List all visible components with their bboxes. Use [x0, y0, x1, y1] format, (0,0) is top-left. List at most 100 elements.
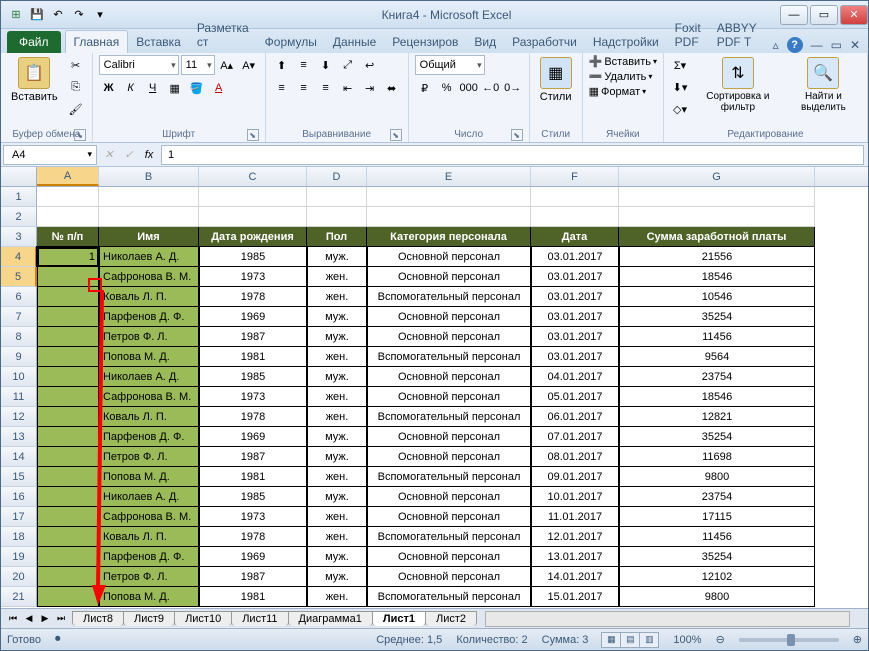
cell-C7[interactable]: 1969 — [199, 307, 307, 327]
cell-E12[interactable]: Вспомогательный персонал — [367, 407, 531, 427]
row-header-11[interactable]: 11 — [1, 387, 37, 407]
sheet-tab-Лист11[interactable]: Лист11 — [231, 611, 288, 626]
cell-E9[interactable]: Вспомогательный персонал — [367, 347, 531, 367]
fill-color-icon[interactable]: 🪣 — [187, 78, 207, 98]
cell-E3[interactable]: Категория персонала — [367, 227, 531, 247]
cell-F16[interactable]: 10.01.2017 — [531, 487, 619, 507]
cell-E21[interactable]: Вспомогательный персонал — [367, 587, 531, 607]
cell-A14[interactable] — [37, 447, 99, 467]
row-header-21[interactable]: 21 — [1, 587, 37, 607]
row-header-14[interactable]: 14 — [1, 447, 37, 467]
cell-G15[interactable]: 9800 — [619, 467, 815, 487]
cell-B15[interactable]: Попова М. Д. — [99, 467, 199, 487]
cell-G19[interactable]: 35254 — [619, 547, 815, 567]
cell-B8[interactable]: Петров Ф. Л. — [99, 327, 199, 347]
align-launcher[interactable]: ⬊ — [390, 129, 402, 141]
cell-G14[interactable]: 11698 — [619, 447, 815, 467]
sort-filter-button[interactable]: ⇅ Сортировка и фильтр — [694, 55, 782, 115]
qat-more-icon[interactable]: ▾ — [91, 6, 109, 24]
cell-E13[interactable]: Основной персонал — [367, 427, 531, 447]
cell-A8[interactable] — [37, 327, 99, 347]
cell-G7[interactable]: 35254 — [619, 307, 815, 327]
cell-A15[interactable] — [37, 467, 99, 487]
row-header-16[interactable]: 16 — [1, 487, 37, 507]
row-header-9[interactable]: 9 — [1, 347, 37, 367]
cell-A6[interactable] — [37, 287, 99, 307]
number-format-combo[interactable]: Общий — [415, 55, 485, 75]
cell-D17[interactable]: жен. — [307, 507, 367, 527]
fill-icon[interactable]: ⬇▾ — [670, 77, 690, 97]
sheet-tab-Лист2[interactable]: Лист2 — [425, 611, 477, 626]
undo-icon[interactable]: ↶ — [49, 6, 67, 24]
align-center-icon[interactable]: ≡ — [294, 78, 314, 98]
row-header-7[interactable]: 7 — [1, 307, 37, 327]
cell-C19[interactable]: 1969 — [199, 547, 307, 567]
sheet-tab-Лист10[interactable]: Лист10 — [174, 611, 232, 626]
help-icon[interactable]: ? — [787, 37, 803, 53]
merge-icon[interactable]: ⬌ — [382, 78, 402, 98]
cell-B6[interactable]: Коваль Л. П. — [99, 287, 199, 307]
row-header-1[interactable]: 1 — [1, 187, 37, 207]
cell-E7[interactable]: Основной персонал — [367, 307, 531, 327]
column-header-A[interactable]: A — [37, 167, 99, 186]
cell-G21[interactable]: 9800 — [619, 587, 815, 607]
cell-F11[interactable]: 05.01.2017 — [531, 387, 619, 407]
cell-E2[interactable] — [367, 207, 531, 227]
row-header-8[interactable]: 8 — [1, 327, 37, 347]
copy-icon[interactable]: ⎘ — [66, 77, 86, 97]
cell-C16[interactable]: 1985 — [199, 487, 307, 507]
zoom-out-icon[interactable]: ⊖ — [716, 633, 725, 646]
cell-A11[interactable] — [37, 387, 99, 407]
cancel-icon[interactable]: ✕ — [99, 145, 119, 165]
page-layout-view-icon[interactable]: ▤ — [620, 632, 640, 648]
format-cells-button[interactable]: ▦Формат▾ — [589, 85, 657, 98]
cell-G12[interactable]: 12821 — [619, 407, 815, 427]
cell-D11[interactable]: жен. — [307, 387, 367, 407]
border-icon[interactable]: ▦ — [165, 78, 185, 98]
cell-F5[interactable]: 03.01.2017 — [531, 267, 619, 287]
cell-F18[interactable]: 12.01.2017 — [531, 527, 619, 547]
cell-F12[interactable]: 06.01.2017 — [531, 407, 619, 427]
cell-C13[interactable]: 1969 — [199, 427, 307, 447]
cell-G18[interactable]: 11456 — [619, 527, 815, 547]
cell-E14[interactable]: Основной персонал — [367, 447, 531, 467]
formula-input[interactable]: 1 — [161, 145, 864, 165]
cell-E15[interactable]: Вспомогательный персонал — [367, 467, 531, 487]
cell-F1[interactable] — [531, 187, 619, 207]
cell-B14[interactable]: Петров Ф. Л. — [99, 447, 199, 467]
row-header-2[interactable]: 2 — [1, 207, 37, 227]
cell-B20[interactable]: Петров Ф. Л. — [99, 567, 199, 587]
cell-A3[interactable]: № п/п — [37, 227, 99, 247]
cell-C6[interactable]: 1978 — [199, 287, 307, 307]
cell-A10[interactable] — [37, 367, 99, 387]
doc-close-icon[interactable]: ✕ — [850, 38, 860, 52]
cell-E18[interactable]: Вспомогательный персонал — [367, 527, 531, 547]
cell-F4[interactable]: 03.01.2017 — [531, 247, 619, 267]
cell-F9[interactable]: 03.01.2017 — [531, 347, 619, 367]
align-left-icon[interactable]: ≡ — [272, 78, 292, 98]
cell-B9[interactable]: Попова М. Д. — [99, 347, 199, 367]
cell-D13[interactable]: муж. — [307, 427, 367, 447]
grow-font-icon[interactable]: A▴ — [217, 55, 237, 75]
decrease-decimal-icon[interactable]: 0→ — [503, 78, 523, 98]
cell-F2[interactable] — [531, 207, 619, 227]
cell-C20[interactable]: 1987 — [199, 567, 307, 587]
cell-F13[interactable]: 07.01.2017 — [531, 427, 619, 447]
italic-icon[interactable]: К — [121, 78, 141, 98]
cell-D7[interactable]: муж. — [307, 307, 367, 327]
zoom-level[interactable]: 100% — [673, 634, 701, 646]
cell-B1[interactable] — [99, 187, 199, 207]
cell-A19[interactable] — [37, 547, 99, 567]
cell-B7[interactable]: Парфенов Д. Ф. — [99, 307, 199, 327]
cell-B17[interactable]: Сафронова В. М. — [99, 507, 199, 527]
column-header-B[interactable]: B — [99, 167, 199, 186]
font-name-combo[interactable]: Calibri — [99, 55, 179, 75]
cell-A16[interactable] — [37, 487, 99, 507]
cell-A2[interactable] — [37, 207, 99, 227]
first-sheet-icon[interactable]: ⏮ — [5, 611, 21, 627]
ribbon-tab-7[interactable]: Разработчи — [504, 31, 585, 53]
cell-A1[interactable] — [37, 187, 99, 207]
cell-B10[interactable]: Николаев А. Д. — [99, 367, 199, 387]
cell-C10[interactable]: 1985 — [199, 367, 307, 387]
zoom-slider[interactable] — [739, 638, 839, 642]
